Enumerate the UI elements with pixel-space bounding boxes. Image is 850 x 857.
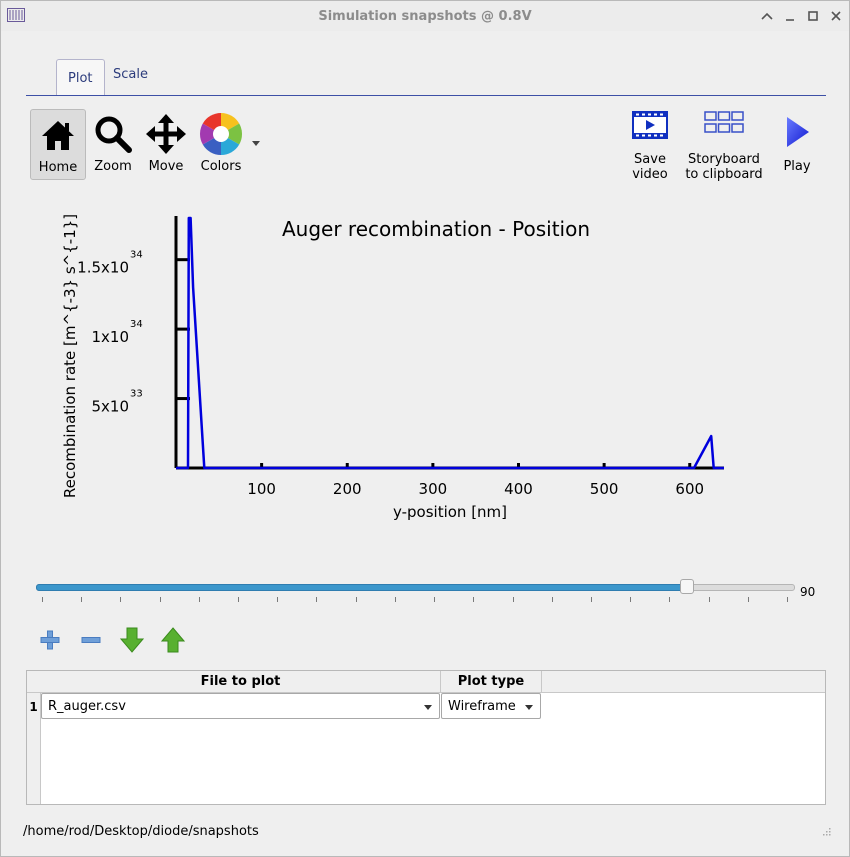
slider-tick xyxy=(709,597,710,602)
tab-plot[interactable]: Plot xyxy=(56,59,105,95)
zoom-label: Zoom xyxy=(94,159,132,174)
snapshot-slider[interactable] xyxy=(36,579,795,594)
add-row-button[interactable] xyxy=(36,626,64,654)
tab-divider xyxy=(26,95,826,96)
x-tick-label: 400 xyxy=(504,480,533,498)
y-tick-exponent: 34 xyxy=(130,250,143,261)
slider-tick xyxy=(277,597,278,602)
slider-tick xyxy=(199,597,200,602)
save-video-label-2: video xyxy=(632,167,668,182)
save-video-button[interactable]: Save video xyxy=(625,109,675,185)
close-icon[interactable] xyxy=(827,7,845,25)
arrow-up-icon xyxy=(161,627,185,653)
slider-tick xyxy=(552,597,553,602)
storyboard-icon xyxy=(704,111,744,133)
move-icon xyxy=(146,114,186,154)
slider-tick xyxy=(238,597,239,602)
plus-icon xyxy=(40,630,60,650)
x-tick-label: 500 xyxy=(590,480,619,498)
file-select[interactable]: R_auger.csv xyxy=(41,693,440,719)
storyboard-label-1: Storyboard xyxy=(688,152,760,167)
y-tick-label: 1.5x10 xyxy=(77,259,129,277)
home-button[interactable]: Home xyxy=(30,109,86,180)
minimize-icon[interactable] xyxy=(781,7,799,25)
x-axis-label: y-position [nm] xyxy=(393,503,507,521)
move-down-button[interactable] xyxy=(118,626,146,654)
app-window: Simulation snapshots @ 0.8V Plot Scale H… xyxy=(0,0,850,857)
storyboard-button[interactable]: Storyboard to clipboard xyxy=(683,109,765,185)
slider-tick xyxy=(120,597,121,602)
colors-label: Colors xyxy=(200,159,242,174)
slider-tick xyxy=(787,597,788,602)
slider-tick xyxy=(630,597,631,602)
slider-fill xyxy=(36,584,688,591)
slider-tick xyxy=(160,597,161,602)
zoom-icon xyxy=(95,116,132,153)
column-header-file[interactable]: File to plot xyxy=(41,671,441,692)
minus-icon xyxy=(81,637,101,643)
chart-svg: Auger recombination - Position Recombinat… xyxy=(61,214,724,521)
maximize-icon[interactable] xyxy=(804,7,822,25)
slider-value: 90 xyxy=(800,585,816,599)
colors-button[interactable]: Colors xyxy=(197,109,263,179)
file-select-value: R_auger.csv xyxy=(48,699,126,714)
slider-tick xyxy=(669,597,670,602)
x-tick-label: 200 xyxy=(333,480,362,498)
slider-tick xyxy=(434,597,435,602)
table-header: File to plot Plot type xyxy=(27,671,825,693)
arrow-down-icon xyxy=(120,627,144,653)
slider-ticks xyxy=(36,597,793,603)
slider-tick xyxy=(473,597,474,602)
row-number: 1 xyxy=(29,700,38,714)
chevron-down-icon[interactable] xyxy=(252,141,260,146)
slider-handle[interactable] xyxy=(680,579,694,594)
zoom-button[interactable]: Zoom xyxy=(91,109,135,179)
x-tick-label: 600 xyxy=(675,480,704,498)
color-wheel-icon xyxy=(199,112,243,155)
chart-area: Auger recombination - Position Recombinat… xyxy=(46,206,786,536)
x-tick-label: 100 xyxy=(247,480,276,498)
slider-tick xyxy=(81,597,82,602)
title-bar: Simulation snapshots @ 0.8V xyxy=(1,1,849,31)
chevron-down-icon xyxy=(525,705,533,710)
slider-tick xyxy=(748,597,749,602)
slider-tick xyxy=(316,597,317,602)
chevron-up-icon[interactable] xyxy=(758,7,776,25)
plot-type-select[interactable]: Wireframe xyxy=(441,693,541,719)
plot-files-table: File to plot Plot type 1 R_auger.csv Wir… xyxy=(26,670,826,805)
chevron-down-icon xyxy=(424,705,432,710)
y-tick-label: 1x10 xyxy=(91,328,129,346)
play-icon xyxy=(787,117,809,147)
plot-type-value: Wireframe xyxy=(448,699,516,714)
y-tick-label: 5x10 xyxy=(91,398,129,416)
y-tick-exponent: 34 xyxy=(130,319,143,330)
storyboard-label-2: to clipboard xyxy=(685,167,763,182)
x-tick-label: 300 xyxy=(419,480,448,498)
play-button[interactable]: Play xyxy=(777,109,817,179)
slider-tick xyxy=(395,597,396,602)
chart-title: Auger recombination - Position xyxy=(282,217,590,241)
remove-row-button[interactable] xyxy=(77,626,105,654)
y-tick-exponent: 33 xyxy=(130,389,143,400)
move-up-button[interactable] xyxy=(159,626,187,654)
home-label: Home xyxy=(38,160,78,175)
play-label: Play xyxy=(783,159,811,174)
tab-bar: Plot Scale xyxy=(26,59,826,97)
slider-tick xyxy=(591,597,592,602)
tab-scale[interactable]: Scale xyxy=(102,56,159,91)
move-label: Move xyxy=(148,159,184,174)
slider-tick xyxy=(42,597,43,602)
home-icon xyxy=(42,121,74,150)
save-video-label-1: Save xyxy=(634,152,666,167)
slider-tick xyxy=(356,597,357,602)
slider-tick xyxy=(513,597,514,602)
y-axis-label: Recombination rate [m^{-3} s^{-1}] xyxy=(61,214,79,498)
window-title: Simulation snapshots @ 0.8V xyxy=(318,9,532,24)
column-header-type[interactable]: Plot type xyxy=(441,671,542,692)
resize-grip-icon[interactable] xyxy=(821,828,831,838)
status-path: /home/rod/Desktop/diode/snapshots xyxy=(23,824,259,839)
series-line xyxy=(176,216,724,470)
move-button[interactable]: Move xyxy=(143,109,189,179)
film-icon xyxy=(632,111,668,139)
